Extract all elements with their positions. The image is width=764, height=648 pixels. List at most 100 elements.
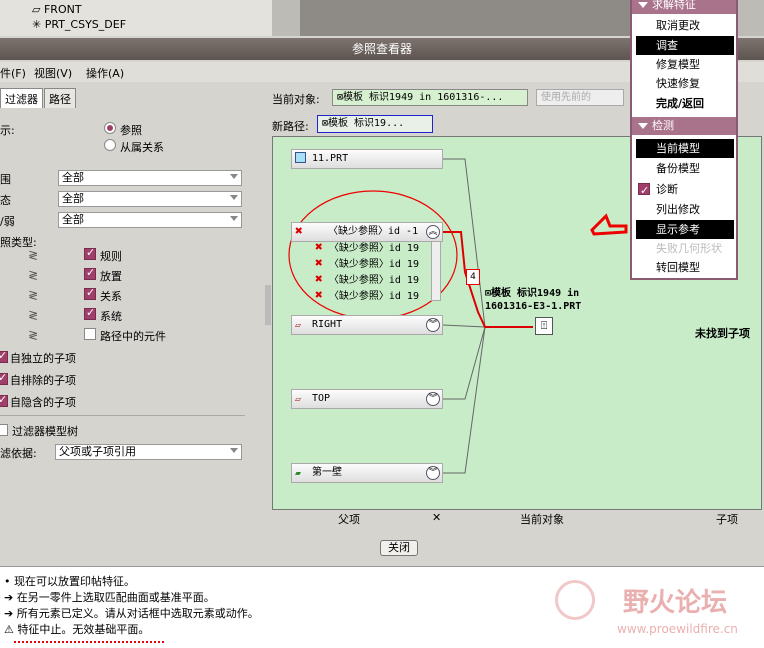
- watermark: 野火论坛 www.proewildfire.cn: [555, 574, 764, 646]
- close-x-icon[interactable]: ✕: [432, 511, 441, 524]
- message-line: ➔ 所有元素已定义。请从对话框中选取元素或动作。: [4, 607, 259, 620]
- menu-head-solve[interactable]: 求解特征: [632, 0, 736, 14]
- newpath-label: 新路径:: [272, 120, 309, 133]
- expand-icon[interactable]: ︾: [426, 392, 440, 406]
- type-place-checkbox[interactable]: [84, 266, 96, 280]
- strength-select[interactable]: 全部: [58, 212, 242, 228]
- node-top[interactable]: ▱ TOP ︾: [291, 389, 443, 409]
- child-implicit-label: 自隐含的子项: [10, 396, 76, 409]
- error-x-icon: ✖: [295, 224, 303, 239]
- divider: [0, 415, 245, 416]
- show-label: 示:: [0, 124, 15, 137]
- node-first-wall[interactable]: ▰ 第一壁 ︾: [291, 463, 443, 483]
- tab-path[interactable]: 路径: [44, 88, 76, 108]
- menu-item-list-changes[interactable]: 列出修改: [636, 200, 734, 219]
- missing-item[interactable]: ✖ 〈缺少参照〉id 19: [315, 287, 419, 303]
- expand-icon[interactable]: ︾: [426, 318, 440, 332]
- type-rule-label: 规则: [100, 250, 122, 263]
- menu-item-show-refs[interactable]: 显示参考: [636, 220, 734, 239]
- menu-item-quickfix[interactable]: 快速修复: [636, 74, 734, 93]
- error-x-icon: ✖: [315, 256, 323, 271]
- menu-item-fix[interactable]: 修复模型: [636, 55, 734, 74]
- center-object-label: ⊠模板 标识1949 in 1601316-E3-1.PRT: [485, 288, 582, 312]
- child-excluded-label: 自排除的子项: [10, 374, 76, 387]
- wall-icon: ▰: [295, 468, 302, 479]
- collapse-icon[interactable]: ︽: [426, 225, 440, 239]
- missing-item[interactable]: ✖ 〈缺少参照〉id 19: [315, 255, 419, 271]
- menu-head-check[interactable]: 检测: [632, 117, 736, 135]
- zigzag-icon: ≷: [28, 268, 39, 282]
- graphics-area: [300, 0, 630, 36]
- radio-refs[interactable]: [104, 122, 116, 134]
- part-icon: [295, 152, 306, 163]
- menu-item-diagnose[interactable]: 诊断: [636, 180, 734, 200]
- menu-item-cancel[interactable]: 取消更改: [636, 16, 734, 35]
- type-place-label: 放置: [100, 270, 122, 283]
- missing-item[interactable]: ✖ 〈缺少参照〉id 19: [315, 239, 419, 255]
- menu-item-current-model[interactable]: 当前模型: [636, 139, 734, 158]
- count-badge: 4: [466, 269, 480, 285]
- child-independent-checkbox[interactable]: [0, 349, 8, 363]
- tab-filter[interactable]: 过滤器: [0, 88, 43, 108]
- type-system-checkbox[interactable]: [84, 306, 96, 320]
- message-line: ⚠ 特征中止。无效基础平面。: [4, 623, 150, 636]
- column-headers: 父项 ✕ 当前对象 子项: [272, 510, 762, 526]
- zigzag-icon: ≷: [28, 328, 39, 342]
- message-line: • 现在可以放置印帖特征。: [4, 575, 135, 588]
- node-11prt[interactable]: 11.PRT: [291, 149, 443, 169]
- state-select[interactable]: 全部: [58, 191, 242, 207]
- expand-icon[interactable]: ︾: [426, 466, 440, 480]
- tree-item-csys[interactable]: ✳ PRT_CSYS_DEF: [32, 17, 126, 33]
- error-x-icon: ✖: [315, 288, 323, 303]
- collapse-handle[interactable]: [265, 285, 271, 325]
- watermark-url: www.proewildfire.cn: [617, 622, 738, 636]
- csys-icon: ✳: [32, 18, 42, 31]
- type-path-label: 路径中的元件: [100, 330, 166, 343]
- menu-item-revert[interactable]: 转回模型: [636, 258, 734, 277]
- type-relation-label: 关系: [100, 290, 122, 303]
- use-previous-select[interactable]: 使用先前的: [536, 89, 624, 106]
- child-excluded-checkbox[interactable]: [0, 371, 8, 385]
- filter-tree-label: 过滤器模型树: [12, 425, 78, 438]
- template-icon[interactable]: ⍐: [535, 317, 553, 335]
- current-object-row: 当前对象: ⊠模板 标识1949 in 1601316-... 使用先前的: [272, 88, 627, 108]
- menu-item-investigate[interactable]: 调查: [636, 36, 734, 55]
- menu-file[interactable]: 件(F): [0, 65, 26, 81]
- tree-item-front[interactable]: ▱ FRONT: [32, 2, 82, 18]
- child-implicit-checkbox[interactable]: [0, 393, 8, 407]
- newpath-chip[interactable]: ⊠模板 标识19...: [317, 115, 433, 133]
- filter-tree-checkbox[interactable]: [0, 424, 8, 436]
- diagnose-checkbox: [638, 181, 650, 200]
- range-label: 围: [0, 173, 11, 186]
- child-independent-label: 自独立的子项: [10, 352, 76, 365]
- menu-view[interactable]: 视图(V): [34, 65, 72, 81]
- watermark-title: 野火论坛: [623, 588, 728, 618]
- scrollbar[interactable]: [431, 241, 441, 301]
- annotation-arrow: [590, 213, 628, 236]
- strength-label: /弱: [0, 215, 15, 228]
- current-object-field[interactable]: ⊠模板 标识1949 in 1601316-...: [332, 89, 528, 106]
- close-button[interactable]: 关闭: [380, 540, 418, 556]
- filter-panel: 示: 参照 从属关系 围 全部 态 全部 /弱 全部 照类型: ≷ 规则 ≷ 放…: [0, 108, 265, 468]
- col-child: 子项: [716, 513, 738, 526]
- menu-item-backup[interactable]: 备份模型: [636, 159, 734, 178]
- plane-icon: ▱: [295, 320, 302, 331]
- menu-ops[interactable]: 操作(A): [86, 65, 124, 81]
- error-x-icon: ✖: [315, 272, 323, 287]
- range-select[interactable]: 全部: [58, 170, 242, 186]
- node-right[interactable]: ▱ RIGHT ︾: [291, 315, 443, 335]
- basis-label: 滤依据:: [0, 447, 37, 460]
- col-parent: 父项: [338, 513, 360, 526]
- type-relation-checkbox[interactable]: [84, 286, 96, 300]
- type-rule-checkbox[interactable]: [84, 246, 96, 260]
- red-underline: [14, 639, 164, 643]
- current-label: 当前对象:: [272, 93, 320, 106]
- missing-item[interactable]: ✖ 〈缺少参照〉id 19: [315, 271, 419, 287]
- radio-deps[interactable]: [104, 139, 116, 151]
- menu-item-done[interactable]: 完成/返回: [636, 94, 734, 113]
- basis-select[interactable]: 父项或子项引用: [55, 444, 242, 460]
- type-path-checkbox[interactable]: [84, 328, 96, 340]
- plane-icon: ▱: [32, 3, 41, 16]
- menu-item-failed-geom: 失败几何形状: [656, 242, 722, 255]
- type-system-label: 系统: [100, 310, 122, 323]
